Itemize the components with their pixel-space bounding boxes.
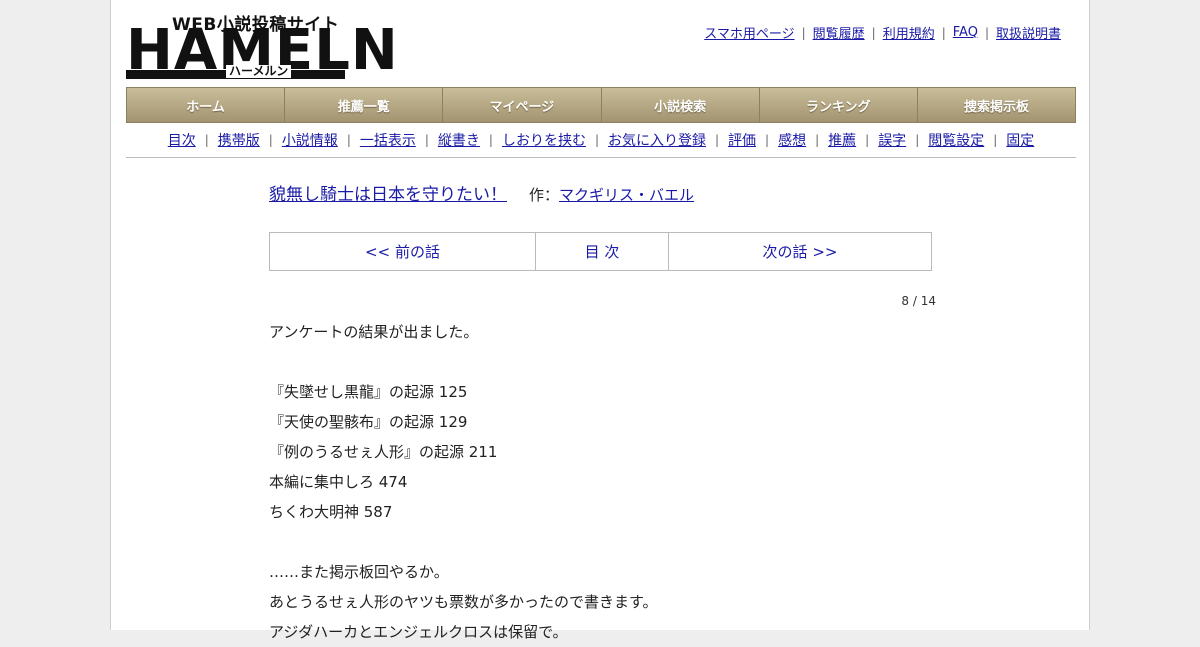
body-line: [269, 347, 934, 377]
separator: |: [941, 25, 946, 40]
main-content: 貌無し騎士は日本を守りたい！ 作：マクギリス・バエル << 前の話 目 次 次の話…: [269, 180, 936, 641]
body-line: [269, 527, 934, 557]
separator: |: [801, 25, 806, 40]
nav-ranking[interactable]: ランキング: [759, 88, 918, 122]
separator: |: [865, 132, 870, 147]
prev-episode-link[interactable]: << 前の話: [270, 233, 536, 270]
subnav-typo[interactable]: 誤字: [878, 130, 906, 150]
toplink-history[interactable]: 閲覧履歴: [813, 23, 865, 42]
body-line: 本編に集中しろ 474: [269, 473, 408, 491]
separator: |: [268, 132, 273, 147]
toplink-terms[interactable]: 利用規約: [883, 23, 935, 42]
body-line: アジダハーカとエンジェルクロスは保留で。: [269, 623, 568, 641]
nav-search-board[interactable]: 捜索掲示板: [917, 88, 1076, 122]
subnav-comments[interactable]: 感想: [778, 130, 806, 150]
body-line: 『失墜せし黒龍』の起源 125: [269, 383, 468, 401]
nav-novel-search[interactable]: 小説検索: [601, 88, 760, 122]
body-line: アンケートの結果が出ました。: [269, 323, 479, 341]
main-nav: ホーム 推薦一覧 マイページ 小説検索 ランキング 捜索掲示板: [126, 87, 1076, 123]
top-links: スマホ用ページ | 閲覧履歴 | 利用規約 | FAQ | 取扱説明書: [704, 23, 1061, 42]
toplink-smartphone[interactable]: スマホ用ページ: [704, 23, 794, 42]
body-line: ……また掲示板回やるか。: [269, 563, 449, 581]
author-prefix: 作：: [529, 186, 560, 204]
sub-nav: 目次 | 携帯版 | 小説情報 | 一括表示 | 縦書き | しおりを挟む | …: [126, 122, 1076, 158]
subnav-show-all[interactable]: 一括表示: [360, 130, 416, 150]
subnav-rating[interactable]: 評価: [728, 130, 756, 150]
separator: |: [594, 132, 599, 147]
body-line: ちくわ大明神 587: [269, 503, 393, 521]
page-container: WEB小説投稿サイト HAMELN ハーメルン スマホ用ページ | 閲覧履歴 |…: [110, 0, 1090, 641]
separator: |: [346, 132, 351, 147]
subnav-pin[interactable]: 固定: [1006, 130, 1034, 150]
subnav-toc[interactable]: 目次: [168, 130, 196, 150]
subnav-view-settings[interactable]: 閲覧設定: [928, 130, 984, 150]
novel-title-link[interactable]: 貌無し騎士は日本を守りたい！: [269, 185, 507, 205]
body-line: 『例のうるせぇ人形』の起源 211: [269, 443, 498, 461]
subnav-recommend[interactable]: 推薦: [828, 130, 856, 150]
body-line: あとうるせぇ人形のヤツも票数が多かったので書きます。: [269, 593, 658, 611]
separator: |: [871, 25, 876, 40]
separator: |: [488, 132, 493, 147]
hameln-logo[interactable]: WEB小説投稿サイト HAMELN ハーメルン: [126, 10, 398, 80]
subnav-bookmark[interactable]: しおりを挟む: [502, 130, 586, 150]
nav-home[interactable]: ホーム: [127, 88, 286, 122]
next-episode-link[interactable]: 次の話 >>: [669, 233, 931, 270]
body-line: 『天使の聖骸布』の起源 129: [269, 413, 468, 431]
separator: |: [765, 132, 770, 147]
separator: |: [993, 132, 998, 147]
toplink-faq[interactable]: FAQ: [953, 25, 978, 40]
author-link[interactable]: マクギリス・バエル: [559, 186, 694, 204]
subnav-vertical[interactable]: 縦書き: [438, 130, 480, 150]
separator: |: [815, 132, 820, 147]
subnav-mobile[interactable]: 携帯版: [218, 130, 260, 150]
nav-mypage[interactable]: マイページ: [443, 88, 602, 122]
novel-header: 貌無し騎士は日本を守りたい！ 作：マクギリス・バエル: [269, 180, 934, 205]
separator: |: [204, 132, 209, 147]
toc-link[interactable]: 目 次: [536, 233, 669, 270]
separator: |: [424, 132, 429, 147]
toplink-manual[interactable]: 取扱説明書: [996, 23, 1061, 42]
logo-kana: ハーメルン: [226, 65, 292, 78]
page-count: 8 / 14: [901, 294, 936, 308]
episode-nav: << 前の話 目 次 次の話 >>: [269, 232, 932, 271]
separator: |: [915, 132, 920, 147]
nav-recommendations[interactable]: 推薦一覧: [285, 88, 444, 122]
episode-body: アンケートの結果が出ました。 『失墜せし黒龍』の起源 125 『天使の聖骸布』の…: [269, 317, 934, 647]
separator: |: [715, 132, 720, 147]
subnav-favorite[interactable]: お気に入り登録: [608, 130, 706, 150]
separator: |: [984, 25, 989, 40]
subnav-novel-info[interactable]: 小説情報: [282, 130, 338, 150]
